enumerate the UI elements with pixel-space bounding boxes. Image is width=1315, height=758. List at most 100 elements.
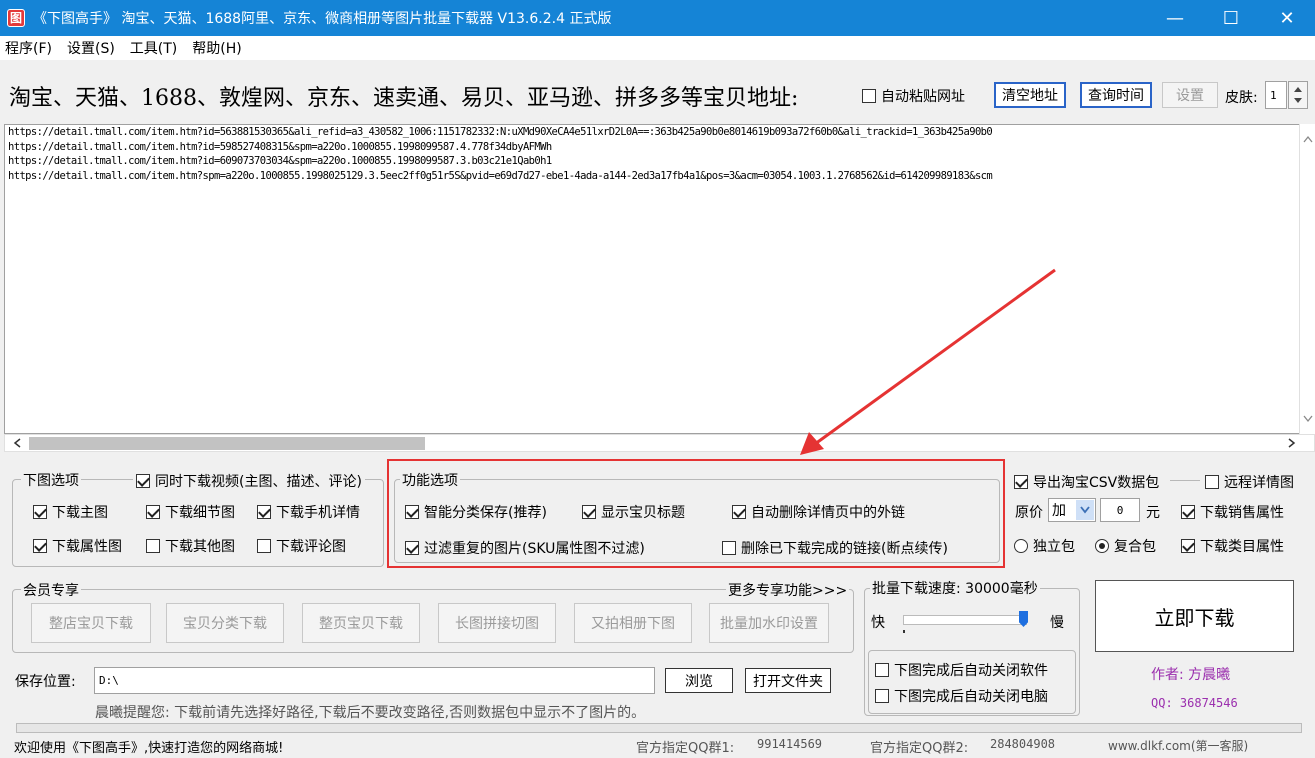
save-location-label: 保存位置: — [15, 674, 76, 690]
attr-image-option[interactable]: 下载属性图 — [33, 536, 122, 556]
start-download-button[interactable]: 立即下载 — [1095, 580, 1294, 652]
remote-detail-checkbox[interactable] — [1205, 475, 1219, 489]
horizontal-scroll-thumb[interactable] — [29, 437, 425, 450]
watermark-button[interactable]: 批量加水印设置 — [709, 603, 829, 643]
open-folder-button[interactable]: 打开文件夹 — [745, 668, 831, 693]
price-value-input[interactable]: 0 — [1100, 498, 1140, 522]
browse-button[interactable]: 浏览 — [665, 668, 733, 693]
menu-settings[interactable]: 设置(S) — [67, 38, 115, 58]
remote-detail-label: 远程详情图 — [1224, 475, 1294, 491]
video-label: 同时下载视频(主图、描述、评论) — [155, 474, 362, 490]
auto-paste-label: 自动粘贴网址 — [881, 89, 965, 105]
spinner-arrows-icon — [1294, 87, 1302, 103]
settings-button[interactable]: 设置 — [1162, 82, 1218, 108]
author-label: 作者: 方晨曦 — [1151, 667, 1231, 683]
minimize-button[interactable]: — — [1147, 0, 1203, 36]
close-app-label: 下图完成后自动关闭软件 — [894, 663, 1048, 679]
auto-paste-checkbox[interactable] — [862, 89, 876, 103]
standalone-option[interactable]: 独立包 — [1014, 536, 1075, 556]
main-image-option[interactable]: 下载主图 — [33, 502, 108, 522]
scroll-left-icon[interactable] — [11, 435, 25, 451]
skin-input[interactable]: 1 — [1265, 81, 1287, 109]
standalone-label: 独立包 — [1033, 539, 1075, 555]
chevron-down-icon[interactable] — [1076, 500, 1094, 520]
qq-group1-number: 991414569 — [757, 737, 823, 751]
combined-option[interactable]: 复合包 — [1095, 536, 1156, 556]
speed-slow-label: 慢 — [1050, 615, 1064, 631]
close-app-option[interactable]: 下图完成后自动关闭软件 — [875, 660, 1048, 680]
save-hint: 晨曦提醒您: 下载前请先选择好路径,下载后不要改变路径,否则数据包中显示不了图片… — [95, 705, 646, 721]
long-image-button[interactable]: 长图拼接切图 — [438, 603, 556, 643]
main-image-checkbox[interactable] — [33, 505, 47, 519]
menu-program[interactable]: 程序(F) — [5, 38, 52, 58]
url-line: https://detail.tmall.com/item.htm?id=609… — [8, 155, 552, 167]
menu-bar: 程序(F) 设置(S) 工具(T) 帮助(H) — [0, 36, 1315, 60]
shutdown-option[interactable]: 下图完成后自动关闭电脑 — [875, 686, 1048, 706]
detail-image-checkbox[interactable] — [146, 505, 160, 519]
close-app-checkbox[interactable] — [875, 663, 889, 677]
vertical-scrollbar[interactable] — [1299, 124, 1315, 434]
clear-address-button[interactable]: 清空地址 — [994, 82, 1066, 108]
category-attr-checkbox[interactable] — [1181, 539, 1195, 553]
speed-slider[interactable] — [903, 615, 1027, 625]
sales-attr-checkbox[interactable] — [1181, 505, 1195, 519]
window-title: 《下图高手》 淘宝、天猫、1688阿里、京东、微商相册等图片批量下载器 V13.… — [33, 11, 612, 27]
price-op-select[interactable]: 加 — [1048, 498, 1096, 522]
video-checkbox[interactable] — [136, 474, 150, 488]
csv-divider — [1170, 480, 1200, 481]
menu-tools[interactable]: 工具(T) — [130, 38, 177, 58]
review-image-checkbox[interactable] — [257, 539, 271, 553]
scroll-arrows-icon — [1303, 135, 1313, 423]
highlight-box — [387, 459, 1005, 568]
menu-help[interactable]: 帮助(H) — [192, 38, 241, 58]
auto-paste-option[interactable]: 自动粘贴网址 — [862, 86, 965, 106]
more-features-link[interactable]: 更多专享功能>>> — [726, 580, 850, 600]
query-time-button[interactable]: 查询时间 — [1080, 82, 1152, 108]
shutdown-checkbox[interactable] — [875, 689, 889, 703]
qq-group1-label: 官方指定QQ群1: — [636, 741, 735, 756]
review-image-label: 下载评论图 — [276, 539, 346, 555]
price-op-value: 加 — [1052, 503, 1066, 519]
standalone-radio[interactable] — [1014, 539, 1028, 553]
detail-image-option[interactable]: 下载细节图 — [146, 502, 235, 522]
title-bar: 图 《下图高手》 淘宝、天猫、1688阿里、京东、微商相册等图片批量下载器 V1… — [0, 0, 1315, 36]
attr-image-checkbox[interactable] — [33, 539, 47, 553]
review-image-option[interactable]: 下载评论图 — [257, 536, 346, 556]
main-image-label: 下载主图 — [52, 505, 108, 521]
mobile-detail-checkbox[interactable] — [257, 505, 271, 519]
detail-image-label: 下载细节图 — [165, 505, 235, 521]
shutdown-label: 下图完成后自动关闭电脑 — [894, 689, 1048, 705]
shop-download-button[interactable]: 整店宝贝下载 — [31, 603, 151, 643]
video-option[interactable]: 同时下载视频(主图、描述、评论) — [133, 471, 365, 491]
horizontal-scrollbar[interactable] — [4, 434, 1315, 452]
site-link[interactable]: www.dlkf.com(第一客服) — [1108, 737, 1248, 754]
app-icon: 图 — [7, 9, 25, 27]
category-attr-option[interactable]: 下载类目属性 — [1181, 536, 1284, 556]
mobile-detail-option[interactable]: 下载手机详情 — [257, 502, 360, 522]
category-download-button[interactable]: 宝贝分类下载 — [166, 603, 284, 643]
status-welcome: 欢迎使用《下图高手》,快速打造您的网络商城! — [14, 741, 284, 756]
url-textarea[interactable]: https://detail.tmall.com/item.htm?id=563… — [4, 124, 1315, 434]
download-options-legend: 下图选项 — [21, 470, 81, 490]
progress-bar — [16, 723, 1302, 733]
other-image-checkbox[interactable] — [146, 539, 160, 553]
page-download-button[interactable]: 整页宝贝下载 — [302, 603, 420, 643]
url-line: https://detail.tmall.com/item.htm?id=598… — [8, 140, 552, 153]
scroll-right-icon[interactable] — [1284, 435, 1298, 451]
close-button[interactable]: ✕ — [1259, 0, 1315, 36]
youpai-album-button[interactable]: 又拍相册下图 — [574, 603, 692, 643]
other-image-option[interactable]: 下载其他图 — [146, 536, 235, 556]
url-header-label: 淘宝、天猫、1688、敦煌网、京东、速卖通、易贝、亚马逊、拼多多等宝贝地址: — [9, 86, 799, 111]
remote-detail-option[interactable]: 远程详情图 — [1205, 472, 1294, 492]
combined-radio[interactable] — [1095, 539, 1109, 553]
maximize-button[interactable]: ☐ — [1203, 0, 1259, 36]
skin-spinner[interactable] — [1288, 81, 1308, 109]
export-csv-option[interactable]: 导出淘宝CSV数据包 — [1014, 472, 1159, 492]
export-csv-checkbox[interactable] — [1014, 475, 1028, 489]
mobile-detail-label: 下载手机详情 — [276, 505, 360, 521]
sales-attr-option[interactable]: 下载销售属性 — [1181, 502, 1284, 522]
export-csv-label: 导出淘宝CSV数据包 — [1033, 475, 1160, 491]
save-path-input[interactable]: D:\ — [94, 667, 655, 694]
url-line: https://detail.tmall.com/item.htm?spm=a2… — [8, 169, 993, 182]
price-unit: 元 — [1146, 505, 1160, 521]
